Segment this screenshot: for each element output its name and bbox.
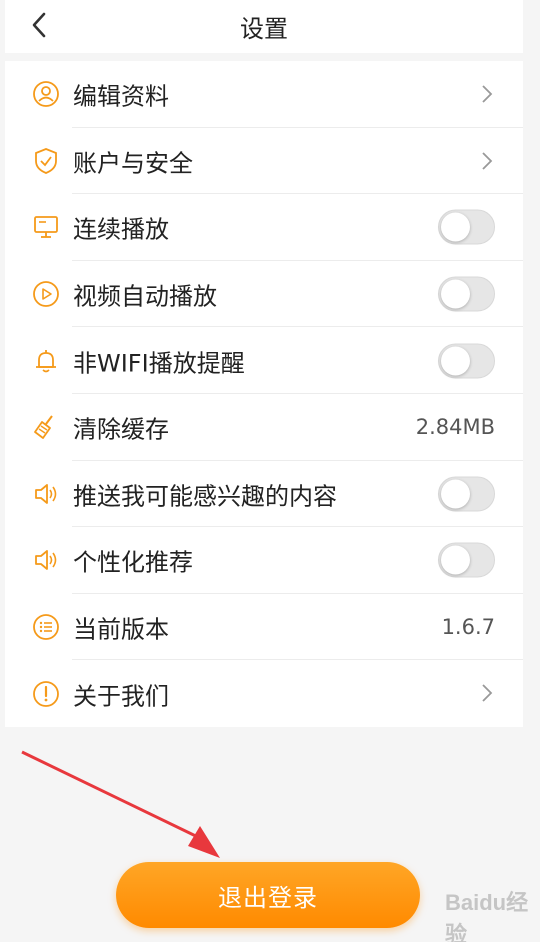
settings-row-label: 非WIFI播放提醒 bbox=[73, 349, 245, 378]
settings-row-label: 当前版本 bbox=[73, 615, 169, 644]
settings-list: 编辑资料 账户与安全 连续播放 视频自动播放 非WIFI播放提醒 清除缓存 2.… bbox=[5, 61, 523, 727]
chevron-right-icon bbox=[482, 85, 493, 103]
settings-row-label: 编辑资料 bbox=[73, 82, 169, 111]
continuous-play-toggle[interactable] bbox=[438, 209, 495, 245]
settings-row-current-version: 当前版本 1.6.7 bbox=[5, 594, 523, 661]
version-value: 1.6.7 bbox=[441, 615, 495, 640]
list-circle-icon bbox=[32, 613, 60, 641]
logout-button[interactable]: 退出登录 bbox=[116, 862, 420, 928]
video-autoplay-toggle[interactable] bbox=[438, 276, 495, 312]
settings-row-label: 关于我们 bbox=[73, 682, 169, 711]
monitor-icon bbox=[32, 213, 60, 241]
settings-row-clear-cache[interactable]: 清除缓存 2.84MB bbox=[5, 394, 523, 461]
bell-icon bbox=[32, 347, 60, 375]
settings-row-edit-profile[interactable]: 编辑资料 bbox=[5, 61, 523, 128]
shield-icon bbox=[32, 147, 60, 175]
push-interests-toggle[interactable] bbox=[438, 476, 495, 512]
settings-row-non-wifi-reminder: 非WIFI播放提醒 bbox=[5, 327, 523, 394]
settings-row-label: 视频自动播放 bbox=[73, 282, 217, 311]
settings-row-label: 账户与安全 bbox=[73, 149, 193, 178]
info-circle-icon bbox=[32, 680, 60, 708]
speaker-icon bbox=[32, 546, 60, 574]
non-wifi-reminder-toggle[interactable] bbox=[438, 343, 495, 379]
cache-size-value: 2.84MB bbox=[415, 415, 495, 440]
settings-row-personalized-recommend: 个性化推荐 bbox=[5, 527, 523, 594]
watermark: Baidu经验 bbox=[445, 890, 529, 942]
settings-row-label: 清除缓存 bbox=[73, 415, 169, 444]
user-icon bbox=[32, 80, 60, 108]
broom-icon bbox=[32, 413, 60, 441]
settings-row-about-us[interactable]: 关于我们 bbox=[5, 660, 523, 727]
settings-row-video-autoplay: 视频自动播放 bbox=[5, 261, 523, 328]
settings-row-continuous-play: 连续播放 bbox=[5, 194, 523, 261]
chevron-right-icon bbox=[482, 151, 493, 170]
speaker-icon bbox=[32, 480, 60, 508]
page-title: 设置 bbox=[240, 15, 288, 43]
toggle-knob bbox=[441, 212, 470, 242]
play-circle-icon bbox=[32, 280, 60, 308]
settings-row-label: 连续播放 bbox=[73, 215, 169, 244]
toggle-knob bbox=[441, 346, 470, 376]
personalized-recommend-toggle[interactable] bbox=[438, 542, 495, 578]
toggle-knob bbox=[441, 479, 470, 509]
toggle-knob bbox=[441, 545, 470, 575]
top-bar: 设置 bbox=[5, 0, 523, 53]
settings-row-label: 个性化推荐 bbox=[73, 548, 193, 577]
settings-row-push-interests: 推送我可能感兴趣的内容 bbox=[5, 461, 523, 528]
settings-row-account-security[interactable]: 账户与安全 bbox=[5, 128, 523, 195]
settings-row-label: 推送我可能感兴趣的内容 bbox=[73, 482, 337, 511]
toggle-knob bbox=[441, 279, 470, 309]
chevron-right-icon bbox=[482, 684, 493, 702]
